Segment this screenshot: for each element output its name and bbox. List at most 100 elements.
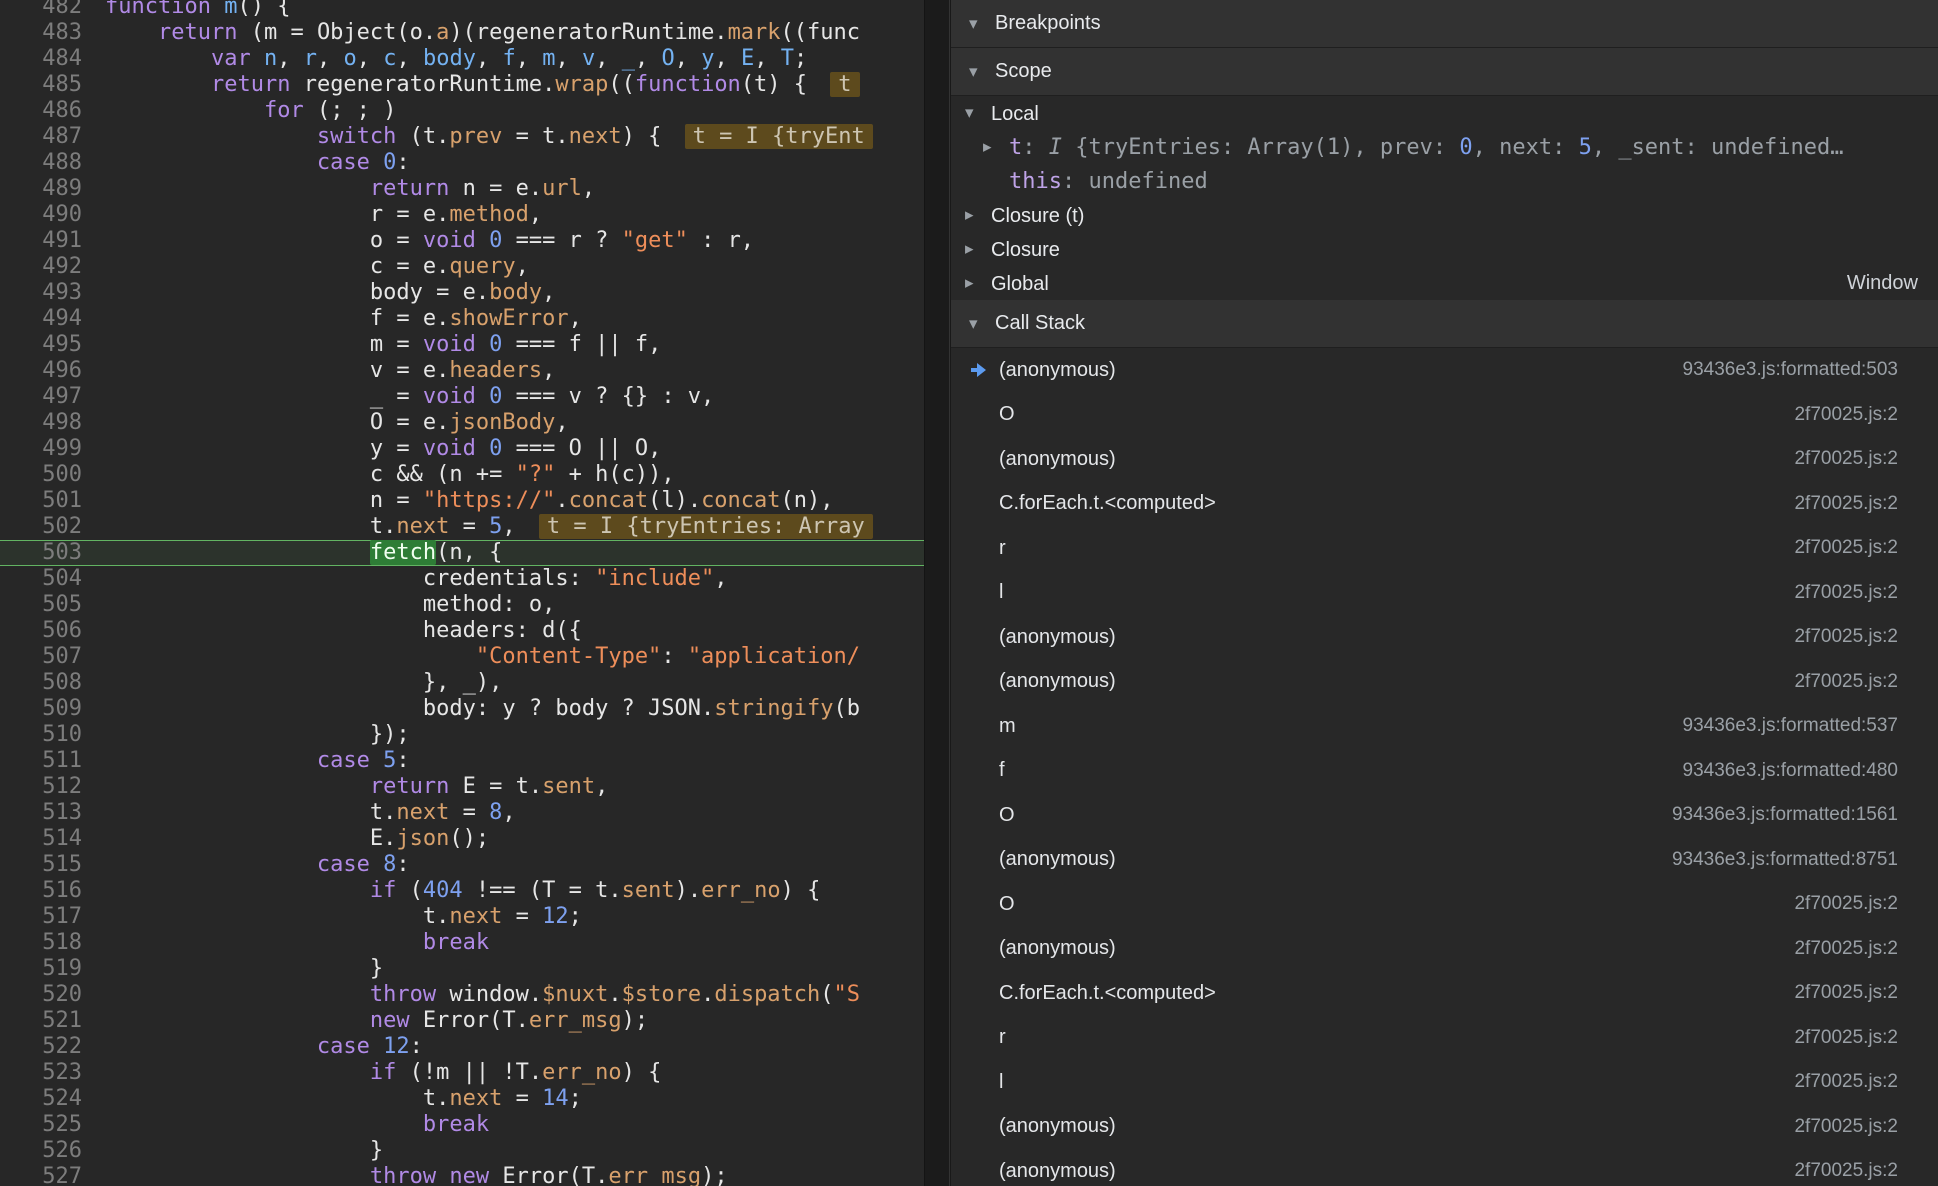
- code-line-text[interactable]: E.json();: [82, 826, 489, 852]
- line-number[interactable]: 500: [0, 462, 82, 488]
- scope-row[interactable]: ▸GlobalWindow: [951, 266, 1938, 300]
- line-number[interactable]: 482: [0, 0, 82, 20]
- line-number[interactable]: 503: [0, 540, 82, 566]
- line-number[interactable]: 510: [0, 722, 82, 748]
- chevron-down-icon[interactable]: ▾: [969, 14, 995, 34]
- line-number[interactable]: 504: [0, 566, 82, 592]
- line-number[interactable]: 499: [0, 436, 82, 462]
- code-line-text[interactable]: f = e.showError,: [82, 306, 582, 332]
- code-line-text[interactable]: c = e.query,: [82, 254, 529, 280]
- code-line-text[interactable]: body: y ? body ? JSON.stringify(b: [82, 696, 860, 722]
- call-stack-frame[interactable]: (anonymous)2f70025.js:2: [951, 437, 1938, 482]
- call-stack-section-header[interactable]: ▾ Call Stack: [951, 300, 1938, 348]
- call-stack-frame[interactable]: O93436e3.js:formatted:1561: [951, 793, 1938, 838]
- code-line-text[interactable]: v = e.headers,: [82, 358, 555, 384]
- code-line-text[interactable]: return (m = Object(o.a)(regeneratorRunti…: [82, 20, 860, 46]
- call-stack-frame[interactable]: l2f70025.js:2: [951, 1060, 1938, 1105]
- code-line-text[interactable]: }: [82, 1138, 383, 1164]
- line-number[interactable]: 486: [0, 98, 82, 124]
- code-line-text[interactable]: });: [82, 722, 410, 748]
- code-line-text[interactable]: t.next = 8,: [82, 800, 516, 826]
- code-line-text[interactable]: break: [82, 930, 489, 956]
- line-number[interactable]: 485: [0, 72, 82, 98]
- scope-section-header[interactable]: ▾ Scope: [951, 48, 1938, 96]
- line-number[interactable]: 492: [0, 254, 82, 280]
- line-number[interactable]: 495: [0, 332, 82, 358]
- line-number[interactable]: 507: [0, 644, 82, 670]
- call-stack-frame[interactable]: m93436e3.js:formatted:537: [951, 704, 1938, 749]
- line-number[interactable]: 516: [0, 878, 82, 904]
- triangle-right-icon[interactable]: ▸: [965, 273, 991, 293]
- code-line-text[interactable]: c && (n += "?" + h(c)),: [82, 462, 675, 488]
- line-number[interactable]: 511: [0, 748, 82, 774]
- code-line-text[interactable]: method: o,: [82, 592, 555, 618]
- call-stack-frame[interactable]: (anonymous)2f70025.js:2: [951, 1105, 1938, 1150]
- code-line-text[interactable]: t.next = 14;: [82, 1086, 582, 1112]
- code-line-text[interactable]: return regeneratorRuntime.wrap((function…: [82, 72, 860, 98]
- code-line-text[interactable]: throw window.$nuxt.$store.dispatch("S: [82, 982, 860, 1008]
- code-line-text[interactable]: r = e.method,: [82, 202, 542, 228]
- code-line-text[interactable]: credentials: "include",: [82, 566, 728, 592]
- call-stack-frame[interactable]: (anonymous)2f70025.js:2: [951, 927, 1938, 972]
- line-number[interactable]: 483: [0, 20, 82, 46]
- line-number[interactable]: 491: [0, 228, 82, 254]
- code-line-text[interactable]: new Error(T.err_msg);: [82, 1008, 648, 1034]
- line-number[interactable]: 519: [0, 956, 82, 982]
- call-stack-frame[interactable]: l2f70025.js:2: [951, 571, 1938, 616]
- call-stack-frame[interactable]: (anonymous)2f70025.js:2: [951, 1149, 1938, 1186]
- line-number[interactable]: 515: [0, 852, 82, 878]
- code-line-text[interactable]: }: [82, 956, 383, 982]
- code-line-text[interactable]: headers: d({: [82, 618, 582, 644]
- line-number[interactable]: 525: [0, 1112, 82, 1138]
- code-line-text[interactable]: o = void 0 === r ? "get" : r,: [82, 228, 754, 254]
- line-number[interactable]: 506: [0, 618, 82, 644]
- triangle-right-icon[interactable]: ▸: [965, 239, 991, 259]
- code-line-text[interactable]: throw new Error(T.err_msg);: [82, 1164, 728, 1186]
- line-number[interactable]: 484: [0, 46, 82, 72]
- code-line-text[interactable]: function m() {: [82, 0, 290, 20]
- line-number[interactable]: 488: [0, 150, 82, 176]
- code-line-text[interactable]: var n, r, o, c, body, f, m, v, _, O, y, …: [82, 46, 807, 72]
- code-line-text[interactable]: case 5:: [82, 748, 410, 774]
- call-stack-frame[interactable]: (anonymous)2f70025.js:2: [951, 615, 1938, 660]
- call-stack-frame[interactable]: r2f70025.js:2: [951, 1016, 1938, 1061]
- scope-row[interactable]: this: undefined: [951, 164, 1938, 198]
- code-line-text[interactable]: break: [82, 1112, 489, 1138]
- line-number[interactable]: 487: [0, 124, 82, 150]
- code-line-text[interactable]: return E = t.sent,: [82, 774, 608, 800]
- code-line-text[interactable]: O = e.jsonBody,: [82, 410, 569, 436]
- line-number[interactable]: 520: [0, 982, 82, 1008]
- line-number[interactable]: 522: [0, 1034, 82, 1060]
- line-number[interactable]: 497: [0, 384, 82, 410]
- call-stack-frame[interactable]: O2f70025.js:2: [951, 882, 1938, 927]
- code-line-text[interactable]: n = "https://".concat(l).concat(n),: [82, 488, 834, 514]
- code-line-text[interactable]: m = void 0 === f || f,: [82, 332, 661, 358]
- code-line-text[interactable]: body = e.body,: [82, 280, 555, 306]
- line-number[interactable]: 527: [0, 1164, 82, 1186]
- scope-row[interactable]: ▸Closure (t): [951, 198, 1938, 232]
- code-line-text[interactable]: }, _),: [82, 670, 502, 696]
- triangle-right-icon[interactable]: ▸: [983, 137, 1009, 157]
- panel-resize-divider[interactable]: [924, 0, 950, 1186]
- line-number[interactable]: 490: [0, 202, 82, 228]
- line-number[interactable]: 508: [0, 670, 82, 696]
- line-number[interactable]: 498: [0, 410, 82, 436]
- code-line-text[interactable]: case 8:: [82, 852, 410, 878]
- code-line-text[interactable]: t.next = 12;: [82, 904, 582, 930]
- code-line-text[interactable]: y = void 0 === O || O,: [82, 436, 661, 462]
- line-number[interactable]: 502: [0, 514, 82, 540]
- breakpoints-section-header[interactable]: ▾ Breakpoints: [951, 0, 1938, 48]
- chevron-down-icon[interactable]: ▾: [969, 62, 995, 82]
- scope-row[interactable]: ▸Closure: [951, 232, 1938, 266]
- line-number[interactable]: 496: [0, 358, 82, 384]
- line-number[interactable]: 526: [0, 1138, 82, 1164]
- line-number[interactable]: 524: [0, 1086, 82, 1112]
- line-number[interactable]: 523: [0, 1060, 82, 1086]
- line-number[interactable]: 513: [0, 800, 82, 826]
- line-number[interactable]: 512: [0, 774, 82, 800]
- line-number[interactable]: 494: [0, 306, 82, 332]
- call-stack-frame[interactable]: (anonymous)2f70025.js:2: [951, 660, 1938, 705]
- scope-row[interactable]: ▸t: I {tryEntries: Array(1), prev: 0, ne…: [951, 130, 1938, 164]
- code-line-text[interactable]: if (!m || !T.err_no) {: [82, 1060, 661, 1086]
- code-line-text[interactable]: for (; ; ): [82, 98, 396, 124]
